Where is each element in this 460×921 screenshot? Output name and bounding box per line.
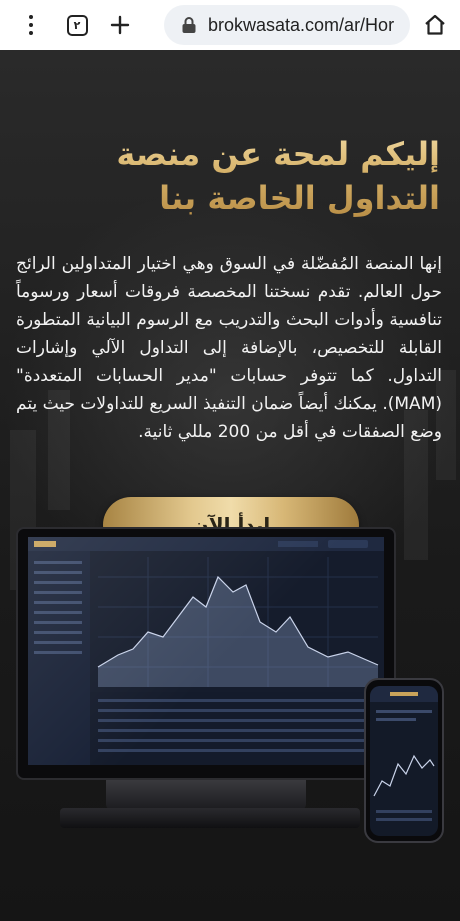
- headline-line-1: إليكم لمحة عن منصة: [116, 135, 440, 173]
- monitor-stand: [106, 780, 306, 810]
- mobile-app-screenshot: [370, 686, 438, 836]
- monitor-base: [60, 808, 360, 828]
- lock-icon: [178, 14, 200, 36]
- page-title: إليكم لمحة عن منصة التداول الخاصة بنا: [20, 132, 440, 220]
- address-bar[interactable]: brokwasata.com/ar/Hor: [164, 5, 410, 45]
- platform-screenshot: [28, 537, 384, 765]
- tabs-button[interactable]: ٢: [60, 8, 94, 42]
- desktop-monitor-illustration: [16, 527, 396, 780]
- mobile-phone-illustration: [364, 678, 444, 843]
- tabs-count: ٢: [66, 14, 88, 36]
- screen-glare: [28, 537, 384, 765]
- home-icon[interactable]: [418, 8, 452, 42]
- plus-icon[interactable]: [103, 8, 137, 42]
- url-text: brokwasata.com/ar/Hor: [208, 14, 395, 35]
- kebab-menu-icon[interactable]: [14, 8, 48, 42]
- browser-toolbar: ٢ brokwasata.com/ar/Hor: [0, 0, 460, 50]
- headline-line-2: التداول الخاصة بنا: [159, 179, 440, 217]
- hero-description: إنها المنصة المُفضّلة في السوق وهي اختيا…: [16, 254, 442, 442]
